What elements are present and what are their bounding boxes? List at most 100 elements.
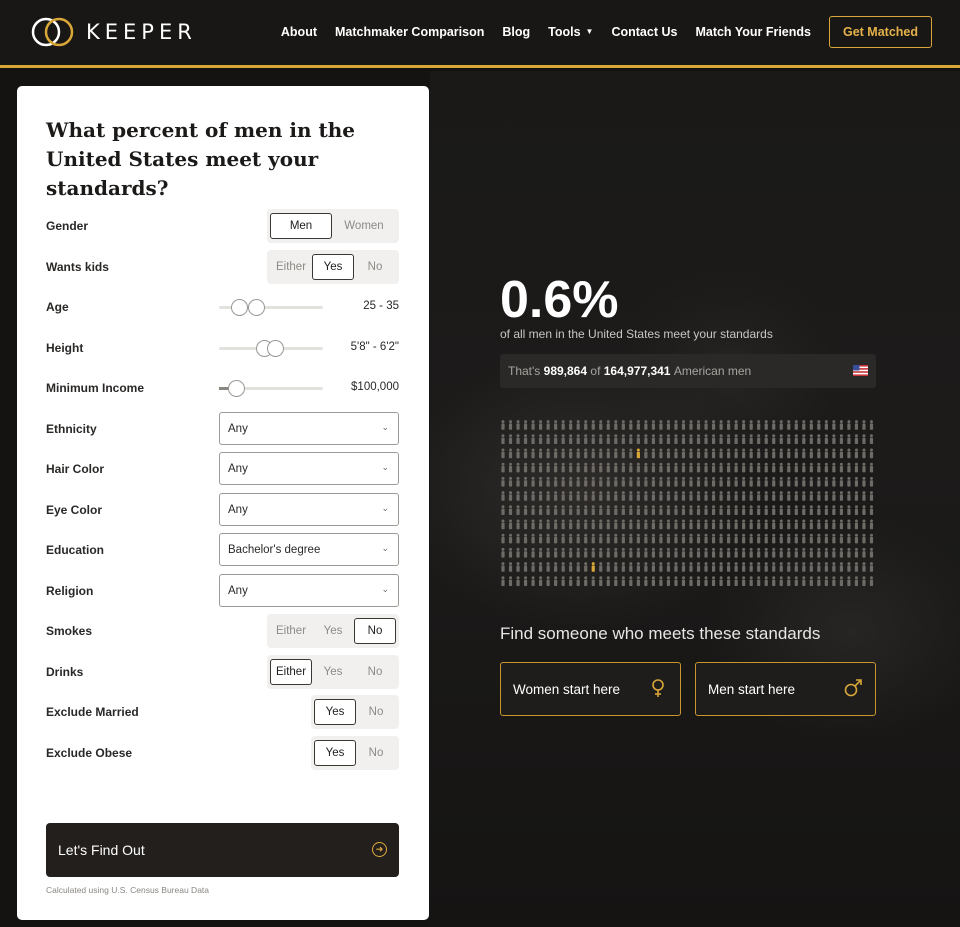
person-icon xyxy=(719,547,723,558)
gender-label: Gender xyxy=(46,219,89,233)
person-icon xyxy=(546,462,550,473)
matching-count: 989,864 xyxy=(543,364,588,378)
person-icon xyxy=(869,533,874,544)
person-icon xyxy=(621,533,625,544)
person-icon xyxy=(651,505,655,515)
lets-find-out-button[interactable]: Let's Find Out ➜ xyxy=(46,823,399,877)
smokes-option-either[interactable]: Either xyxy=(270,618,312,644)
person-icon xyxy=(862,519,866,530)
education-select[interactable]: Bachelor's degree ⌄ xyxy=(219,533,399,566)
person-icon xyxy=(839,547,843,558)
person-icon xyxy=(839,491,843,501)
nav-blog[interactable]: Blog xyxy=(502,25,530,39)
wants-kids-option-no[interactable]: No xyxy=(354,254,396,280)
age-min-handle[interactable] xyxy=(231,299,248,316)
exclude-obese-option-yes[interactable]: Yes xyxy=(314,740,356,766)
person-icon xyxy=(817,505,821,515)
person-icon xyxy=(666,519,671,530)
person-icon xyxy=(727,576,731,586)
person-icon xyxy=(824,448,828,459)
person-icon xyxy=(614,476,618,487)
person-icon xyxy=(734,476,738,487)
person-icon xyxy=(862,505,866,515)
person-icon xyxy=(817,533,821,544)
person-icon xyxy=(734,519,738,530)
person-icon xyxy=(681,562,686,572)
exclude-married-option-no[interactable]: No xyxy=(356,699,396,725)
drinks-option-yes[interactable]: Yes xyxy=(312,659,354,685)
eye-color-select[interactable]: Any ⌄ xyxy=(219,493,399,526)
person-icon xyxy=(674,547,678,558)
person-icon xyxy=(727,562,731,572)
person-icon xyxy=(554,491,558,501)
drinks-option-no[interactable]: No xyxy=(354,659,396,685)
age-max-handle[interactable] xyxy=(248,299,265,316)
person-icon xyxy=(704,547,708,558)
person-icon xyxy=(501,505,505,515)
nav-match-your-friends[interactable]: Match Your Friends xyxy=(695,25,811,39)
person-icon xyxy=(539,420,543,430)
person-icon xyxy=(847,434,851,444)
nav-tools[interactable]: Tools ▼ xyxy=(548,25,593,39)
person-icon xyxy=(802,420,806,430)
men-start-here-label: Men start here xyxy=(708,681,796,697)
person-icon xyxy=(681,505,686,515)
person-icon xyxy=(862,434,866,444)
person-icon xyxy=(584,434,588,444)
smokes-option-yes[interactable]: Yes xyxy=(312,618,354,644)
wants-kids-option-either[interactable]: Either xyxy=(270,254,312,280)
person-icon xyxy=(531,476,535,487)
person-icon xyxy=(539,533,543,544)
nav-matchmaker-comparison[interactable]: Matchmaker Comparison xyxy=(335,25,484,39)
person-icon xyxy=(614,434,618,444)
hair-color-select[interactable]: Any ⌄ xyxy=(219,452,399,485)
person-icon xyxy=(764,462,768,473)
nav-about[interactable]: About xyxy=(281,25,317,39)
person-icon xyxy=(839,462,843,473)
gender-option-men[interactable]: Men xyxy=(270,213,332,239)
exclude-obese-option-no[interactable]: No xyxy=(356,740,396,766)
get-matched-button[interactable]: Get Matched xyxy=(828,15,932,48)
person-icon xyxy=(727,491,731,501)
person-icon xyxy=(742,533,746,544)
gender-option-women[interactable]: Women xyxy=(332,213,396,239)
nav-contact-us[interactable]: Contact Us xyxy=(611,25,677,39)
men-start-here-button[interactable]: Men start here xyxy=(695,662,876,716)
exclude-married-toggle: Yes No xyxy=(311,695,399,729)
smokes-option-no[interactable]: No xyxy=(354,618,396,644)
nav-tools-label: Tools xyxy=(548,24,581,39)
wants-kids-option-yes[interactable]: Yes xyxy=(312,254,354,280)
education-label: Education xyxy=(46,543,105,557)
person-icon xyxy=(824,462,828,473)
height-max-handle[interactable] xyxy=(267,340,284,357)
person-icon xyxy=(666,491,671,501)
person-icon xyxy=(539,576,543,586)
person-icon xyxy=(591,420,595,430)
person-icon xyxy=(779,420,783,430)
count-suffix: American men xyxy=(673,364,752,378)
person-icon xyxy=(681,576,686,586)
logo[interactable]: KEEPER xyxy=(30,15,197,49)
person-icon xyxy=(719,434,723,444)
person-icon xyxy=(696,462,701,473)
person-icon xyxy=(614,448,618,459)
ethnicity-select[interactable]: Any ⌄ xyxy=(219,412,399,445)
drinks-option-either[interactable]: Either xyxy=(270,659,312,685)
person-icon xyxy=(742,448,746,459)
person-icon xyxy=(523,533,528,544)
religion-select[interactable]: Any ⌄ xyxy=(219,574,399,607)
person-icon xyxy=(546,434,550,444)
person-icon xyxy=(554,576,558,586)
women-start-here-button[interactable]: Women start here xyxy=(500,662,681,716)
income-handle[interactable] xyxy=(228,380,245,397)
person-icon xyxy=(727,533,731,544)
person-icon xyxy=(802,547,806,558)
exclude-married-option-yes[interactable]: Yes xyxy=(314,699,356,725)
person-icon xyxy=(539,434,543,444)
person-icon xyxy=(719,448,723,459)
person-icon xyxy=(704,420,708,430)
person-icon xyxy=(508,562,513,572)
person-icon xyxy=(591,547,595,558)
person-icon xyxy=(847,476,851,487)
count-prefix: That's xyxy=(508,364,541,378)
